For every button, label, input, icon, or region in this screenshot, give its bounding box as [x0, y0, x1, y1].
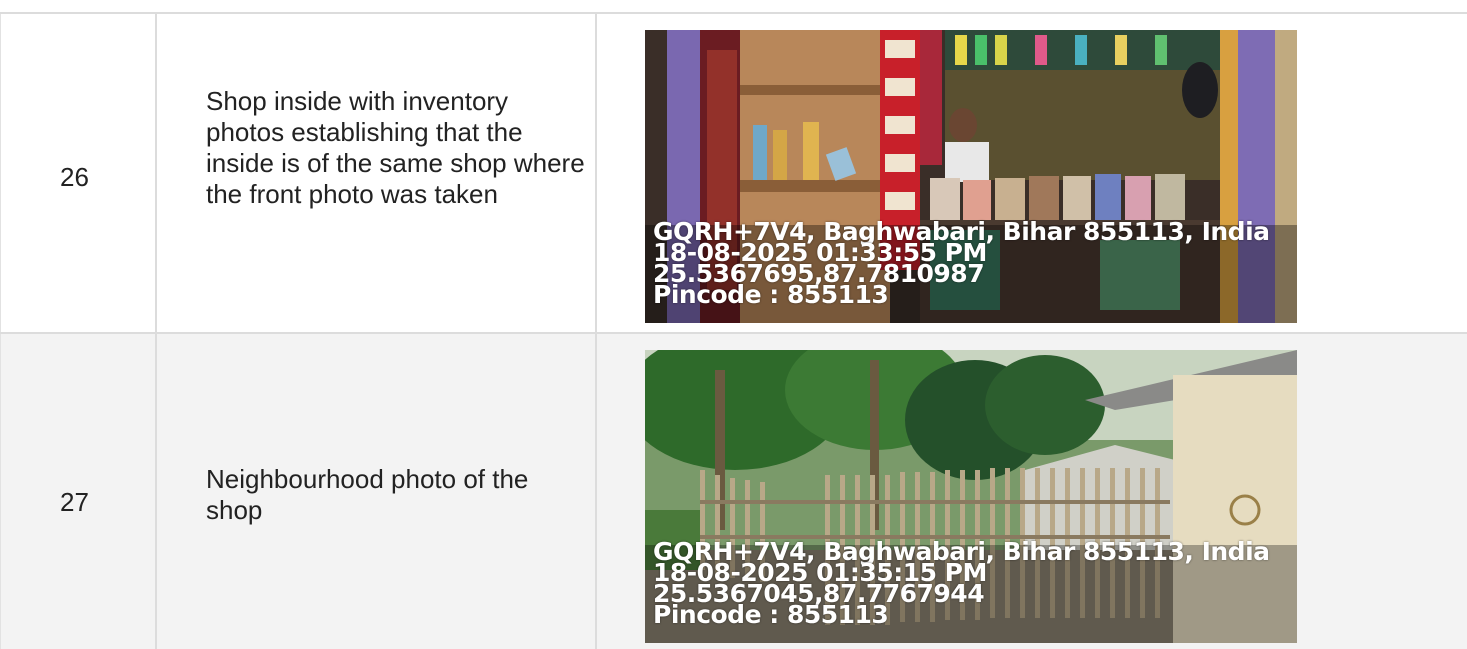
- column-divider: [155, 14, 157, 332]
- column-divider: [595, 334, 597, 649]
- table-left-border: [0, 334, 1, 649]
- geotag-stamp: GQRH+7V4, Baghwabari, Bihar 855113, Indi…: [653, 219, 1297, 307]
- shop-inside-photo: GQRH+7V4, Baghwabari, Bihar 855113, Indi…: [645, 30, 1297, 323]
- row-description: Shop inside with inventory photos establ…: [206, 86, 585, 209]
- table-row: 27 Neighbourhood photo of the shop GQRH+…: [0, 332, 1467, 649]
- column-divider: [595, 14, 597, 332]
- row-number: 26: [60, 162, 89, 192]
- row-number: 27: [60, 487, 89, 517]
- table-row: 26 Shop inside with inventory photos est…: [0, 12, 1467, 332]
- column-divider: [155, 334, 157, 649]
- neighbourhood-photo: GQRH+7V4, Baghwabari, Bihar 855113, Indi…: [645, 350, 1297, 643]
- geotag-stamp: GQRH+7V4, Baghwabari, Bihar 855113, Indi…: [653, 539, 1297, 627]
- row-description: Neighbourhood photo of the shop: [206, 464, 529, 525]
- photo-table: 26 Shop inside with inventory photos est…: [0, 12, 1467, 649]
- table-left-border: [0, 14, 1, 332]
